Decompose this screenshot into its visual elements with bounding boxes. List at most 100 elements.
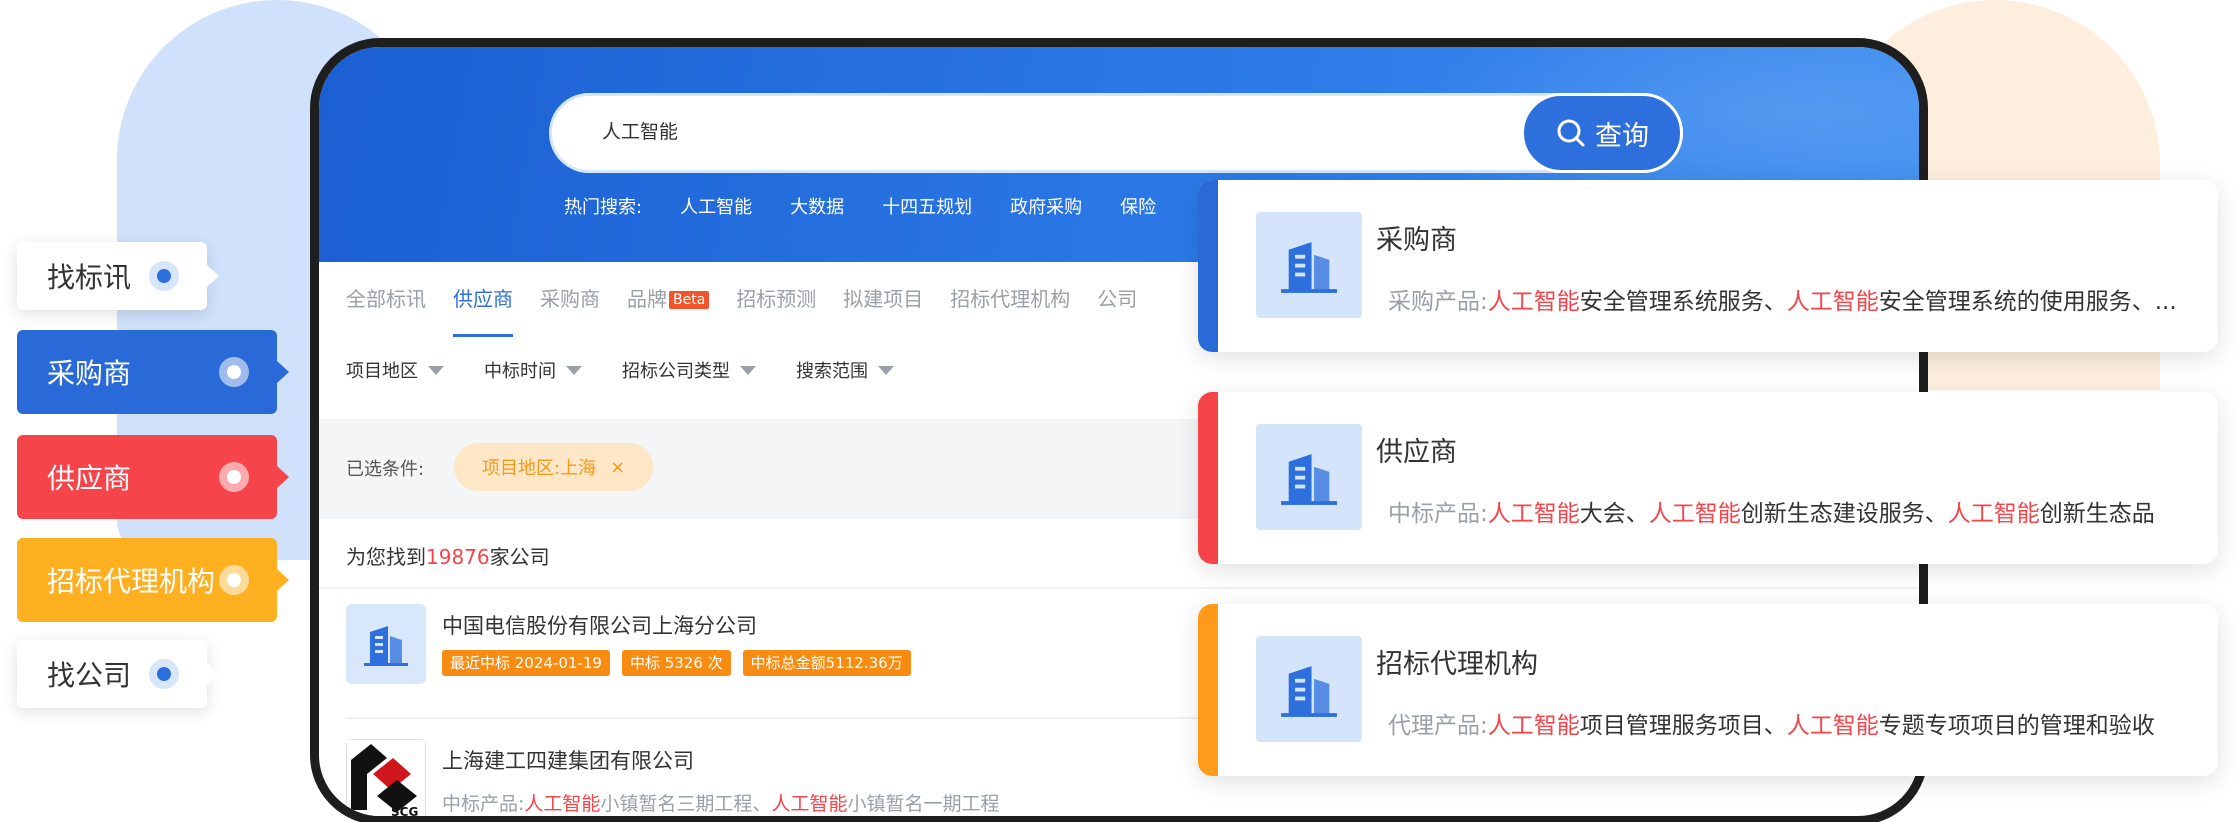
card-products: 采购产品:人工智能安全管理系统服务、人工智能安全管理系统的使用服务、... — [1388, 282, 2177, 316]
supplier-card[interactable]: 供应商 中标产品:人工智能大会、人工智能创新生态建设服务、人工智能创新生态品 — [1198, 392, 2218, 564]
pointer-arrow-icon — [277, 361, 289, 383]
buyer-card[interactable]: 采购商 采购产品:人工智能安全管理系统服务、人工智能安全管理系统的使用服务、..… — [1198, 180, 2218, 352]
highlight-keyword: 人工智能 — [771, 793, 848, 815]
category-tabs: 全部标讯 供应商 采购商 品牌 Beta 招标预测 拟建项目 招标代理机构 公司 — [346, 279, 1137, 339]
filter-region[interactable]: 项目地区 — [346, 357, 444, 383]
building-icon — [1256, 636, 1362, 742]
tab-all-bids[interactable]: 全部标讯 — [346, 279, 426, 339]
condition-chip[interactable]: 项目地区:上海 × — [454, 443, 654, 491]
list-item[interactable]: SCG 上海建工四建集团有限公司 中标产品:人工智能小镇暂名三期工程、人工智能小… — [346, 739, 1246, 818]
filter-win-time[interactable]: 中标时间 — [484, 357, 582, 383]
card-products: 代理产品:人工智能项目管理服务项目、人工智能专题专项项目的管理和验收 — [1388, 706, 2155, 740]
result-number: 19876 — [426, 545, 490, 569]
list-item[interactable]: 中国电信股份有限公司上海分公司 最近中标 2024-01-19 中标 5326 … — [346, 604, 1046, 694]
filter-row: 项目地区 中标时间 招标公司类型 搜索范围 — [346, 357, 894, 383]
tab-bid-forecast[interactable]: 招标预测 — [736, 279, 816, 339]
side-tab-label: 招标代理机构 — [47, 565, 216, 598]
search-box: 查询 — [549, 93, 1683, 173]
side-tab-buyer[interactable]: 采购商 — [17, 330, 289, 414]
highlight-keyword: 人工智能 — [1487, 713, 1580, 739]
radio-dot-icon — [219, 565, 249, 595]
caret-down-icon — [740, 365, 756, 375]
pointer-arrow-icon — [207, 663, 219, 685]
result-prefix: 为您找到 — [346, 545, 426, 569]
side-tab-label: 供应商 — [47, 462, 132, 495]
company-logo-text: SCG — [391, 805, 418, 818]
radio-dot-icon — [219, 357, 249, 387]
card-title: 采购商 — [1376, 225, 1457, 256]
card-products-label: 代理产品: — [1388, 713, 1488, 739]
card-products-label: 采购产品: — [1388, 289, 1488, 315]
side-tab-find-company[interactable]: 找公司 — [17, 640, 219, 708]
card-products-text: 专题专项项目的管理和验收 — [1878, 713, 2155, 739]
card-accent-bar — [1198, 604, 1218, 776]
search-button[interactable]: 查询 — [1521, 93, 1683, 173]
pointer-arrow-icon — [277, 569, 289, 591]
hot-search-item[interactable]: 大数据 — [790, 193, 844, 219]
side-tab-label: 找标讯 — [47, 261, 132, 294]
hot-search-row: 热门搜索: 人工智能 大数据 十四五规划 政府采购 保险 — [564, 193, 1156, 219]
agency-card[interactable]: 招标代理机构 代理产品:人工智能项目管理服务项目、人工智能专题专项项目的管理和验… — [1198, 604, 2218, 776]
tag-latest-win: 最近中标 2024-01-19 — [442, 650, 610, 676]
highlight-keyword: 人工智能 — [1786, 713, 1879, 739]
building-icon — [346, 604, 426, 684]
tag-win-count: 中标 5326 次 — [621, 650, 731, 676]
products-text: 小镇暂名一期工程 — [847, 793, 1000, 815]
tag-total-amount: 中标总金额5112.36万 — [742, 650, 911, 676]
tab-brand[interactable]: 品牌 Beta — [627, 279, 710, 339]
selected-conditions-label: 已选条件: — [346, 459, 425, 480]
result-suffix: 家公司 — [489, 545, 550, 569]
side-tab-find-bids[interactable]: 找标讯 — [17, 242, 219, 310]
tab-company[interactable]: 公司 — [1097, 279, 1137, 339]
tab-planned-projects[interactable]: 拟建项目 — [843, 279, 923, 339]
divider — [319, 587, 1919, 589]
search-input[interactable] — [602, 96, 1402, 170]
products-text: 小镇暂名三期工程、 — [600, 793, 772, 815]
divider — [346, 717, 1346, 719]
filter-company-type[interactable]: 招标公司类型 — [622, 357, 756, 383]
hot-search-item[interactable]: 十四五规划 — [882, 193, 972, 219]
company-name[interactable]: 中国电信股份有限公司上海分公司 — [442, 610, 757, 640]
highlight-keyword: 人工智能 — [1648, 501, 1741, 527]
card-products: 中标产品:人工智能大会、人工智能创新生态建设服务、人工智能创新生态品 — [1388, 494, 2155, 528]
products-label: 中标产品: — [442, 793, 525, 815]
filter-label: 搜索范围 — [796, 361, 868, 382]
caret-down-icon — [878, 365, 894, 375]
highlight-keyword: 人工智能 — [1786, 289, 1879, 315]
hot-search-item[interactable]: 人工智能 — [680, 193, 752, 219]
card-products-label: 中标产品: — [1388, 501, 1488, 527]
hot-search-item[interactable]: 保险 — [1120, 193, 1156, 219]
highlight-keyword: 人工智能 — [1487, 501, 1580, 527]
card-products-text: 安全管理系统的使用服务、... — [1878, 289, 2177, 315]
card-products-text: 项目管理服务项目、 — [1579, 713, 1787, 739]
filter-label: 招标公司类型 — [622, 361, 730, 382]
caret-down-icon — [428, 365, 444, 375]
building-icon — [1256, 424, 1362, 530]
condition-chip-label: 项目地区:上海 — [482, 458, 597, 479]
highlight-keyword: 人工智能 — [1947, 501, 2040, 527]
side-tab-agency[interactable]: 招标代理机构 — [17, 538, 289, 622]
filter-search-scope[interactable]: 搜索范围 — [796, 357, 894, 383]
filter-label: 中标时间 — [484, 361, 556, 382]
hot-search-item[interactable]: 政府采购 — [1010, 193, 1082, 219]
building-icon — [1256, 212, 1362, 318]
tab-supplier[interactable]: 供应商 — [453, 279, 513, 339]
highlight-keyword: 人工智能 — [1487, 289, 1580, 315]
side-tab-label: 采购商 — [47, 357, 132, 390]
card-products-text: 安全管理系统服务、 — [1579, 289, 1787, 315]
pointer-arrow-icon — [207, 265, 219, 287]
company-products: 中标产品:人工智能小镇暂名三期工程、人工智能小镇暂名一期工程 — [442, 789, 999, 816]
company-logo: SCG — [346, 739, 426, 818]
filter-label: 项目地区 — [346, 361, 418, 382]
card-accent-bar — [1198, 180, 1218, 352]
close-icon[interactable]: × — [610, 457, 625, 478]
side-tab-supplier[interactable]: 供应商 — [17, 435, 289, 519]
card-products-text: 创新生态品 — [2039, 501, 2155, 527]
tab-bidding-agency[interactable]: 招标代理机构 — [950, 279, 1070, 339]
highlight-keyword: 人工智能 — [524, 793, 601, 815]
side-tab-label: 找公司 — [47, 659, 132, 692]
company-name[interactable]: 上海建工四建集团有限公司 — [442, 745, 694, 775]
result-count: 为您找到19876家公司 — [346, 541, 550, 570]
radio-dot-icon — [219, 462, 249, 492]
tab-buyer[interactable]: 采购商 — [540, 279, 600, 339]
